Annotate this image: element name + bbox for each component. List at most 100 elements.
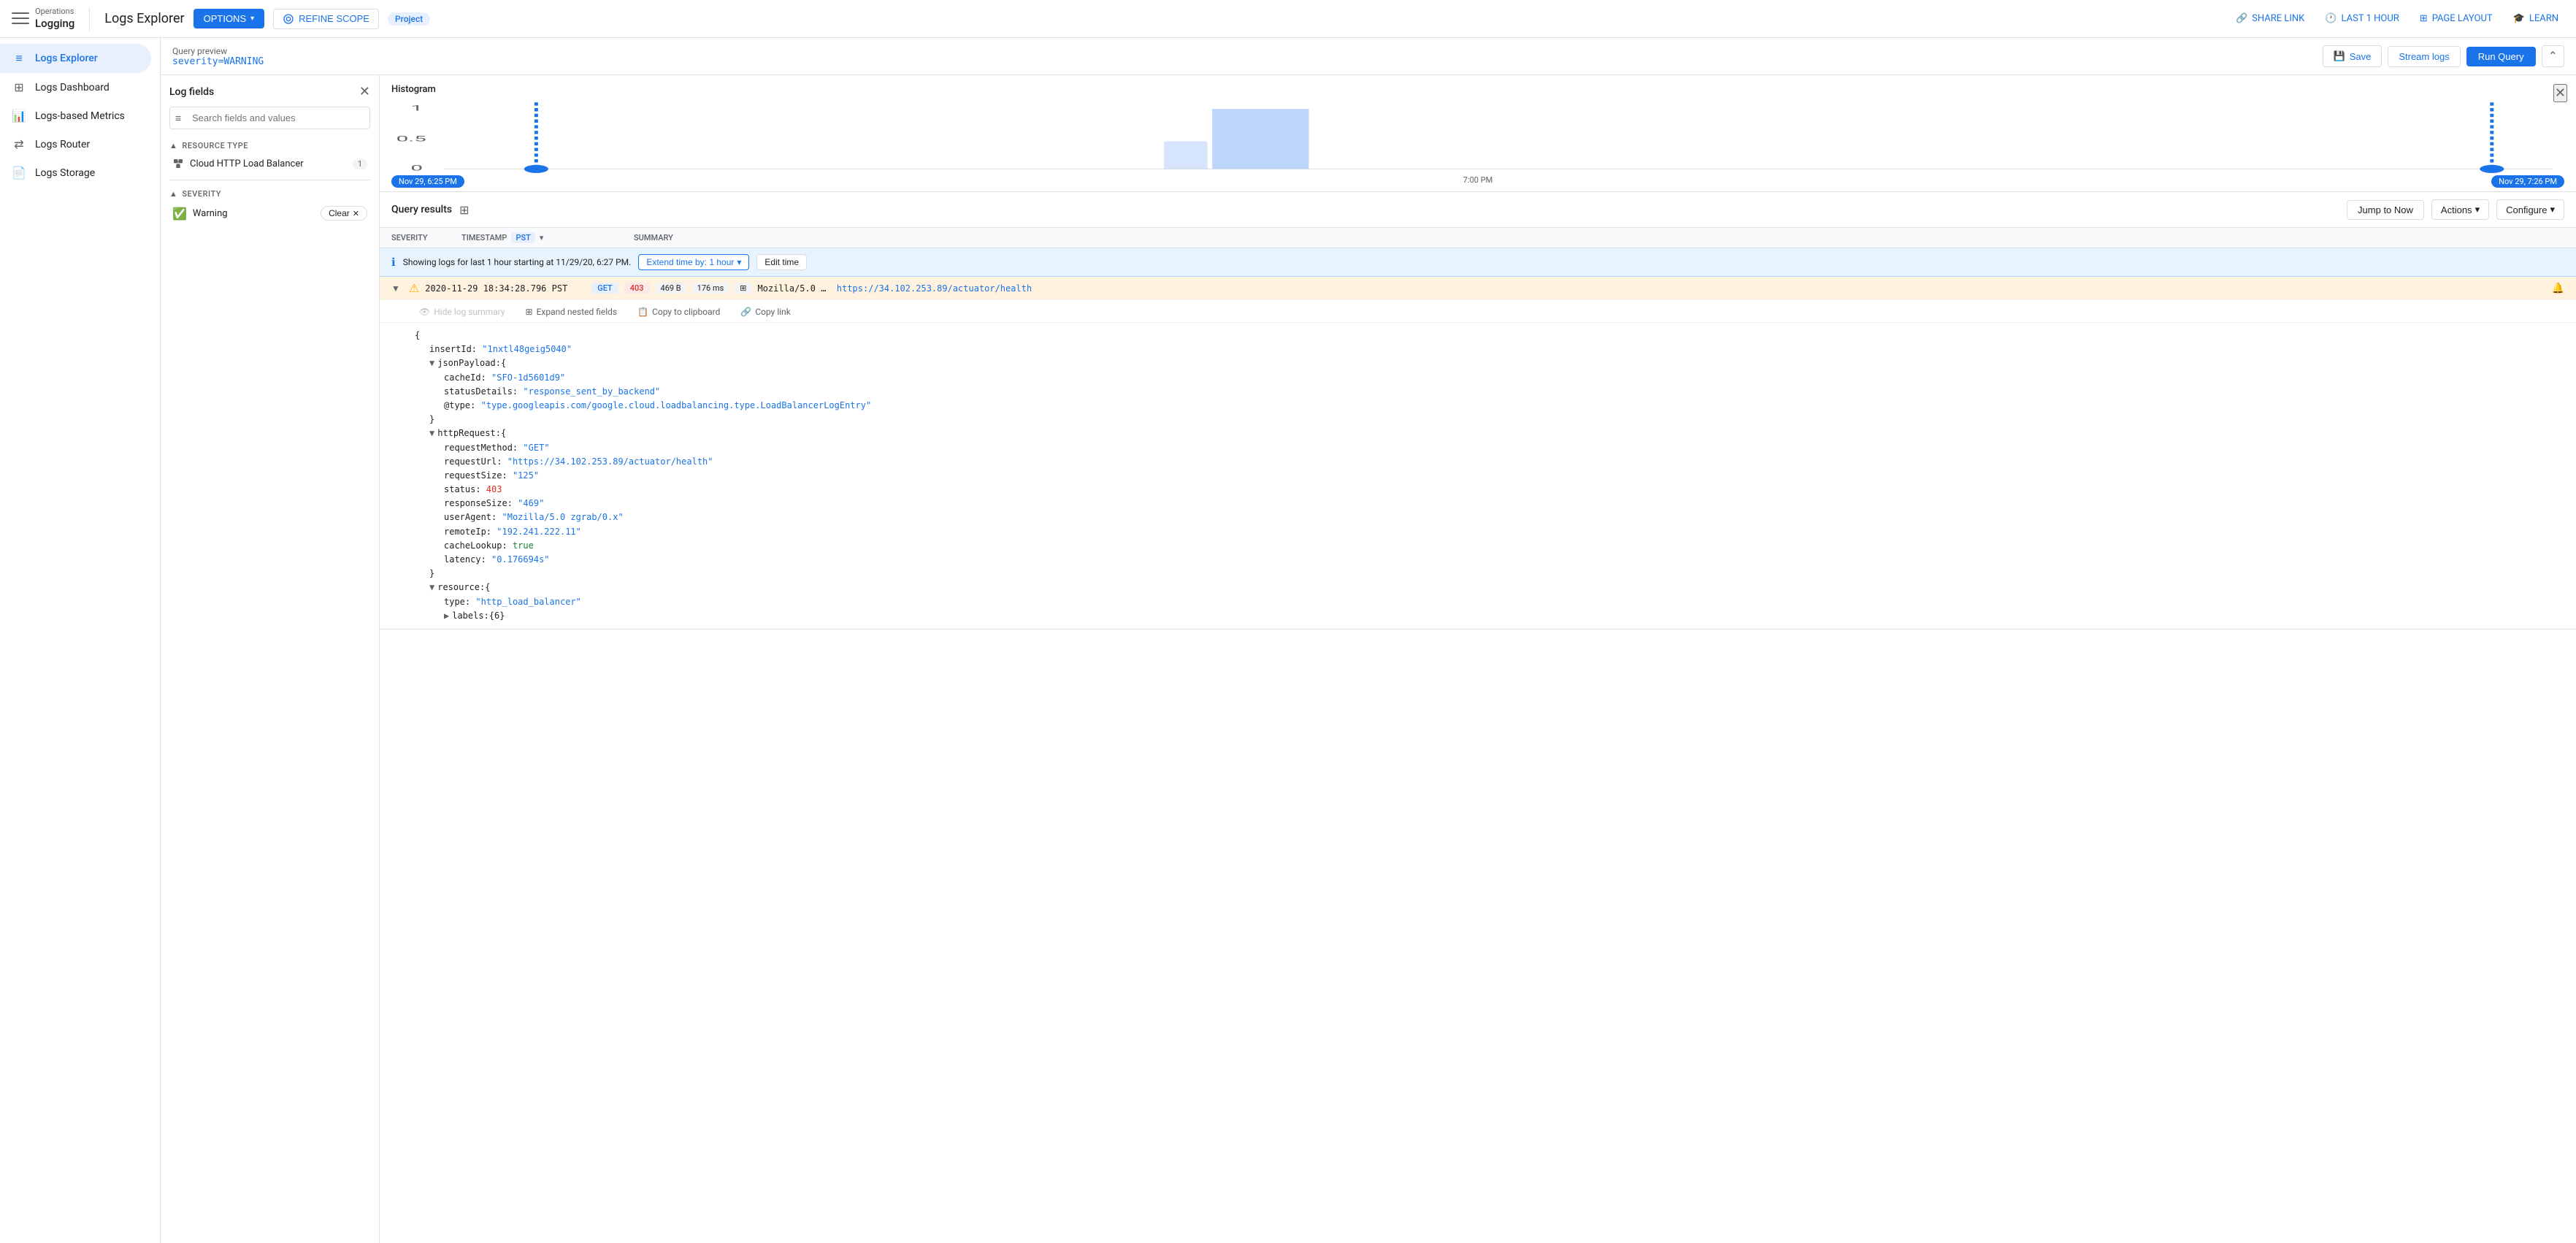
type-line: @type: "type.googleapis.com/google.cloud… [444,399,2564,413]
histogram-svg: 1 0.5 0 [391,101,2564,174]
configure-chevron-icon: ▾ [2550,204,2555,215]
time-label-middle: 7:00 PM [1463,175,1492,188]
close-log-fields-button[interactable]: ✕ [359,84,370,99]
sidebar-item-logs-based-metrics[interactable]: 📊 Logs-based Metrics [0,102,151,130]
logs-storage-icon: 📄 [12,166,26,180]
clear-x-icon: ✕ [353,209,359,218]
clear-label: Clear [329,208,350,218]
status-value: 403 [486,483,502,497]
svg-text:0.5: 0.5 [396,135,426,144]
severity-header[interactable]: ▲ SEVERITY [169,186,370,202]
sidebar: ≡ Logs Explorer ⊞ Logs Dashboard 📊 Logs-… [0,38,161,1243]
bell-icon[interactable]: 🔔 [2552,283,2564,294]
refine-scope-label: REFINE SCOPE [299,13,369,24]
stream-logs-button[interactable]: Stream logs [2388,46,2460,67]
col-summary-header: SUMMARY [634,233,2564,242]
run-query-button[interactable]: Run Query [2466,47,2536,66]
clear-warning-button[interactable]: Clear ✕ [321,206,367,221]
save-button[interactable]: 💾 Save [2323,45,2383,67]
status-details-value: response_sent_by_backend [529,386,655,397]
share-link-icon: 🔗 [2236,13,2247,24]
hide-summary-button[interactable]: 👁 Hide log summary [415,305,510,319]
share-link-label: SHARE LINK [2252,13,2304,24]
project-badge: Project [388,12,430,26]
log-entry-row[interactable]: ▼ ⚠ 2020-11-29 18:34:28.796 PST GET 403 … [380,277,2576,300]
jump-to-now-button[interactable]: Jump to Now [2347,200,2424,220]
resource-labels-expand-icon[interactable]: ▶ [444,609,449,623]
copy-clipboard-button[interactable]: 📋 Copy to clipboard [633,305,724,319]
run-label: Run Query [2478,51,2524,62]
col-timestamp-header: TIMESTAMP PST ▾ [461,232,622,243]
request-method-value: GET [529,443,545,453]
logs-dashboard-icon: ⊞ [12,80,26,94]
resource-labels-line: ▶ labels: {6} [444,609,2564,623]
app-name: Logging [35,17,74,31]
http-request-expand-icon[interactable]: ▼ [429,427,434,440]
resource-type-chevron-icon: ▲ [169,141,177,150]
sidebar-item-logs-router[interactable]: ⇄ Logs Router [0,130,151,158]
expand-results-icon[interactable]: ⊞ [459,203,469,217]
expand-chip: ⊞ [735,283,751,294]
save-label: Save [2350,51,2372,62]
learn-label: LEARN [2529,13,2558,24]
logs-dashboard-label: Logs Dashboard [35,82,110,93]
expand-query-button[interactable]: ⌃ [2542,45,2564,67]
search-fields-input[interactable] [169,107,370,129]
resource-type-header[interactable]: ▲ RESOURCE TYPE [169,138,370,153]
sidebar-item-logs-dashboard[interactable]: ⊞ Logs Dashboard [0,73,151,102]
latency-chip: 176 ms [692,283,729,294]
resource-expand-icon[interactable]: ▼ [429,581,434,594]
expand-nested-button[interactable]: ⊞ Expand nested fields [521,305,622,319]
request-size-value: 125 [518,470,534,481]
info-banner: ℹ Showing logs for last 1 hour starting … [380,248,2576,277]
link-icon: 🔗 [740,307,751,317]
resource-count-badge: 1 [353,158,367,169]
extend-time-button[interactable]: Extend time by: 1 hour ▾ [638,254,749,270]
cache-lookup-value: true [513,539,534,553]
timestamp-col-label: TIMESTAMP [461,233,507,242]
logs-explorer-label: Logs Explorer [35,53,98,64]
remote-ip-value: 192.241.222.11 [502,527,576,537]
time-label-right: Nov 29, 7:26 PM [2491,175,2564,188]
time-label-left: Nov 29, 6:25 PM [391,175,464,188]
json-payload-expand-icon[interactable]: ▼ [429,356,434,370]
logs-metrics-icon: 📊 [12,109,26,123]
page-layout-action[interactable]: ⊞ PAGE LAYOUT [2414,13,2499,24]
actions-button[interactable]: Actions ▾ [2431,199,2489,220]
query-results-title: Query results [391,204,452,215]
right-panel: Histogram ✕ 1 0.5 0 [380,75,2576,1243]
search-fields-wrap: ≡ [169,107,370,129]
log-fields-title: Log fields [169,86,214,98]
resource-line: ▼ resource: { [429,581,2564,594]
sidebar-item-logs-storage[interactable]: 📄 Logs Storage [0,158,151,187]
json-payload-close: } [429,413,2564,427]
menu-icon[interactable] [12,9,29,27]
summary-col-label: SUMMARY [634,233,673,242]
query-results-section: Query results ⊞ Jump to Now Actions ▾ Co… [380,192,2576,1243]
histogram-section: Histogram ✕ 1 0.5 0 [380,75,2576,192]
options-button[interactable]: OPTIONS ▾ [193,9,265,28]
status-details-line: statusDetails: "response_sent_by_backend… [444,385,2564,399]
warning-severity-item: ✅ Warning Clear ✕ [169,202,370,225]
resource-type-value: http_load_balancer [481,597,576,607]
close-histogram-button[interactable]: ✕ [2553,84,2567,102]
svg-text:1: 1 [410,104,423,112]
configure-button[interactable]: Configure ▾ [2496,199,2564,220]
layout-icon: ⊞ [2420,13,2428,24]
sidebar-item-logs-explorer[interactable]: ≡ Logs Explorer [0,44,151,73]
pst-dropdown-icon[interactable]: ▾ [540,233,544,242]
copy-link-button[interactable]: 🔗 Copy link [736,305,794,319]
expand-nested-label: Expand nested fields [537,307,618,317]
copy-clipboard-label: Copy to clipboard [652,307,720,317]
share-link-action[interactable]: 🔗 SHARE LINK [2230,13,2310,24]
cloud-http-lb-item[interactable]: Cloud HTTP Load Balancer 1 [169,153,370,174]
histogram-title: Histogram [391,84,2564,95]
warning-severity-icon: ⚠ [409,281,419,295]
last-1-hour-action[interactable]: 🕐 LAST 1 HOUR [2319,13,2404,24]
refine-scope-button[interactable]: REFINE SCOPE [273,9,379,29]
learn-action[interactable]: 🎓 LEARN [2507,13,2564,24]
jump-to-now-label: Jump to Now [2358,204,2413,215]
insert-id-line: insertId: "1nxtl48geig5040" [429,343,2564,356]
copy-link-label: Copy link [755,307,791,317]
edit-time-button[interactable]: Edit time [756,254,807,270]
